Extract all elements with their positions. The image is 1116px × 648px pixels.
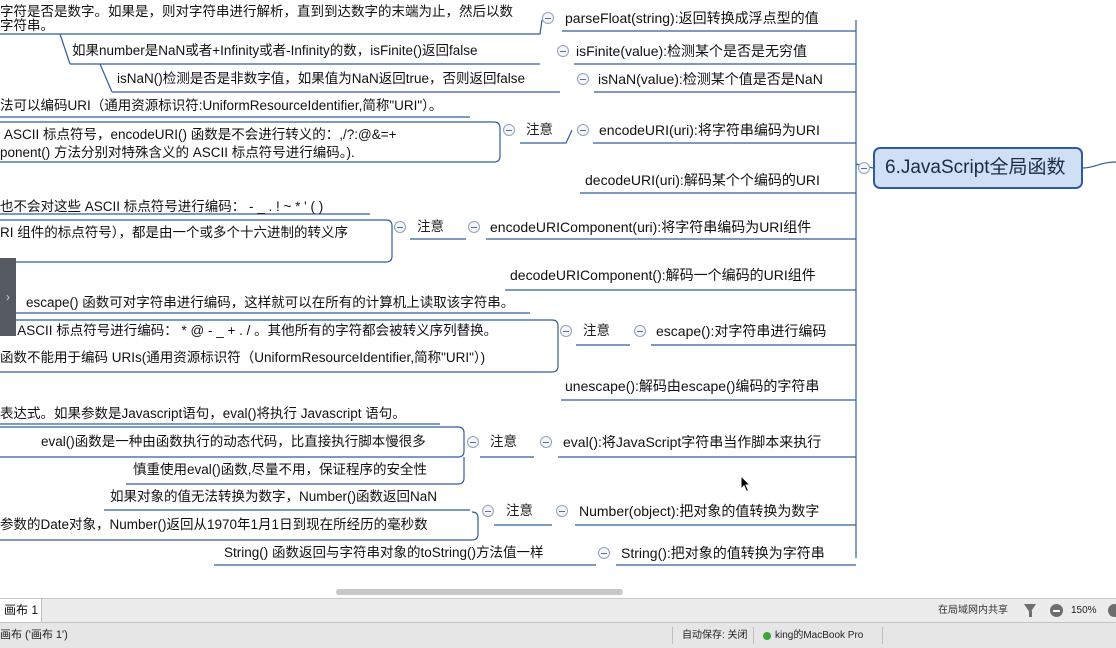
note-encodeuri-1[interactable]: 法可以编码URI（通用资源标识符:UniformResourceIdentifi… (0, 97, 442, 115)
collapse-icon[interactable] (467, 436, 479, 448)
note-escape-2[interactable]: 些 ASCII 标点符号进行编码： * @ - _ + . / 。其他所有的字符… (0, 322, 497, 340)
topic-parsefloat[interactable]: parseFloat(string):返回转换成浮点型的值 (565, 9, 819, 27)
canvas-status: 画布 ('画布 1') (0, 629, 68, 641)
mindmap-canvas[interactable]: 6.JavaScript全局函数 parseFloat(string):返回转换… (0, 0, 1116, 598)
note-number-2[interactable]: 参数的Date对象，Number()返回从1970年1月1日到现在所经历的毫秒数 (0, 516, 428, 534)
status-divider (882, 627, 883, 644)
note-eval-1[interactable]: 表达式。如果参数是Javascript语句，eval()将执行 Javascri… (0, 405, 406, 423)
topic-escape[interactable]: escape():对字符串进行编码 (656, 322, 826, 340)
zoom-level: 150% (1071, 605, 1097, 616)
collapse-icon[interactable] (394, 221, 406, 233)
collapse-icon[interactable] (556, 505, 568, 517)
note-number-1[interactable]: 如果对象的值无法转换为数字，Number()函数返回NaN (110, 488, 437, 506)
note-eval-3[interactable]: 慎重使用eval()函数,尽量不用，保证程序的安全性 (133, 461, 427, 479)
status-divider (672, 627, 673, 644)
collapse-icon[interactable] (540, 436, 552, 448)
collapse-icon[interactable] (634, 325, 646, 337)
topic-decodeuricomponent[interactable]: decodeURIComponent():解码一个编码的URI组件 (510, 266, 816, 284)
collapse-icon[interactable] (482, 505, 494, 517)
topic-encodeuricomponent[interactable]: encodeURIComponent(uri):将字符串编码为URI组件 (490, 218, 811, 236)
topic-eval[interactable]: eval():将JavaScript字符串当作脚本来执行 (563, 433, 821, 451)
topic-number[interactable]: Number(object):把对象的值转换为数字 (579, 502, 819, 520)
lan-share-button[interactable]: 在局域网内共享 (938, 599, 1008, 622)
central-topic[interactable]: 6.JavaScript全局函数 (873, 147, 1083, 189)
horizontal-scrollbar[interactable] (336, 589, 623, 595)
zoom-out-icon[interactable] (1050, 604, 1063, 617)
topic-isfinite[interactable]: isFinite(value):检测某个是否是无穷值 (576, 42, 807, 60)
note-tag-eval[interactable]: 注意 (490, 433, 517, 451)
note-eval-2[interactable]: eval()函数是一种由函数执行的动态代码，比直接执行脚本慢很多 (41, 433, 426, 451)
collapse-icon[interactable] (542, 12, 554, 24)
note-encodeuricomponent-1[interactable]: 也不会对这些 ASCII 标点符号进行编码： - _ . ! ~ * ' ( ) (0, 198, 323, 216)
topic-encodeuri[interactable]: encodeURI(uri):将字符串编码为URI (599, 121, 820, 139)
online-status-icon (763, 632, 771, 640)
note-tag-encodeuri[interactable]: 注意 (526, 121, 553, 139)
side-panel-toggle[interactable]: › (0, 258, 16, 336)
collapse-icon[interactable] (557, 45, 569, 57)
topic-decodeuri[interactable]: decodeURI(uri):解码某个个编码的URI (585, 171, 820, 189)
note-tag-escape[interactable]: 注意 (583, 322, 610, 340)
note-parsefloat-2[interactable]: 字符串。 (0, 17, 54, 35)
note-escape-1[interactable]: escape() 函数可对字符串进行编码，这样就可以在所有的计算机上读取该字符串… (26, 294, 514, 312)
note-parsefloat-1[interactable]: 字符是否是数字。如果是，则对字符串进行解析，直到到达数字的末端为止，然后以数 (0, 3, 513, 21)
status-divider (753, 627, 754, 644)
collapse-icon[interactable] (503, 124, 515, 136)
note-encodeuri-3[interactable]: ponent() 方法分别对特殊含义的 ASCII 标点符号进行编码。). (0, 144, 355, 162)
sheet-tab[interactable]: 画布 1 (0, 599, 42, 622)
zoom-in-icon[interactable] (1108, 604, 1116, 617)
note-isnan[interactable]: isNaN()检测是否是非数字值，如果值为NaN返回true，否则返回false (117, 70, 525, 88)
status-bar: 画布 ('画布 1') 自动保存: 关闭 king的MacBook Pro (0, 622, 1116, 648)
note-tag-number[interactable]: 注意 (506, 502, 533, 520)
note-escape-3[interactable]: 函数不能用于编码 URIs(通用资源标识符（UniformResourceIde… (0, 349, 485, 367)
filter-icon[interactable] (1024, 604, 1036, 617)
topic-isnan[interactable]: isNaN(value):检测某个值是否是NaN (598, 70, 823, 88)
collapse-icon[interactable] (598, 547, 610, 559)
sheet-tab-bar: 画布 1 在局域网内共享 150% (0, 598, 1116, 622)
topic-unescape[interactable]: unescape():解码由escape()编码的字符串 (565, 377, 819, 395)
collapse-icon[interactable] (577, 73, 589, 85)
chevron-right-icon: › (6, 290, 10, 304)
note-string[interactable]: String() 函数返回与字符串对象的toString()方法值一样 (224, 544, 544, 562)
note-tag-encodeuricomponent[interactable]: 注意 (417, 218, 444, 236)
topic-string[interactable]: String():把对象的值转换为字符串 (621, 544, 825, 562)
collapse-icon[interactable] (577, 124, 589, 136)
collapse-icon[interactable] (468, 221, 480, 233)
autosave-status[interactable]: 自动保存: 关闭 (682, 623, 748, 648)
note-encodeuricomponent-2[interactable]: RI 组件的标点符号），都是由一个或多个十六进制的转义序 (0, 224, 348, 242)
note-encodeuri-2[interactable]: ASCII 标点符号，encodeURI() 函数是不会进行转义的：,/?:@&… (4, 126, 397, 144)
user-device[interactable]: king的MacBook Pro (775, 623, 863, 648)
collapse-icon[interactable] (560, 325, 572, 337)
collapse-icon[interactable] (858, 162, 870, 174)
note-isfinite[interactable]: 如果number是NaN或者+Infinity或者-Infinity的数，isF… (72, 42, 477, 60)
